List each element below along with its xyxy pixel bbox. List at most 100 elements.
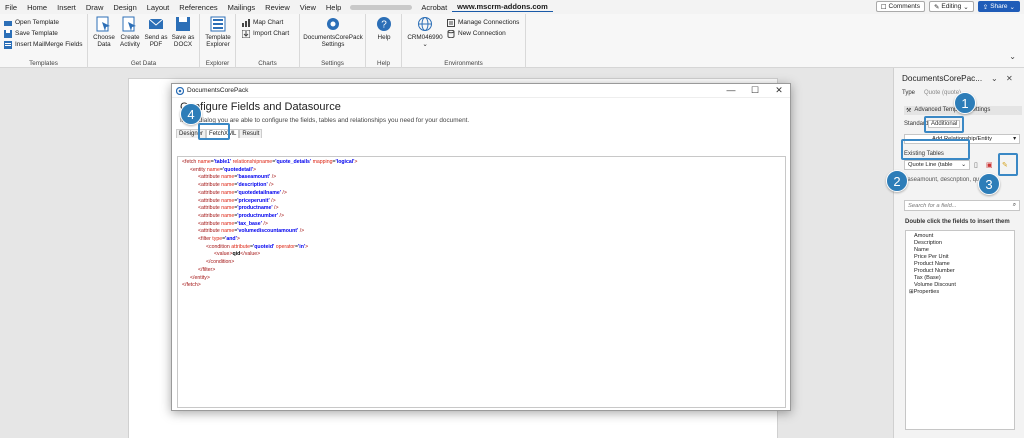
xml-line: <value>qid</value>	[214, 251, 261, 258]
template-explorer-button[interactable]: Template Explorer	[203, 16, 233, 48]
field-search-input[interactable]: Search for a field... ⌕	[904, 200, 1020, 211]
new-connection-label: New Connection	[458, 30, 506, 37]
chevron-down-icon[interactable]: ⌄	[991, 74, 998, 83]
properties-label: Properties	[913, 289, 940, 295]
choose-data-button[interactable]: Choose Data	[93, 16, 115, 48]
xml-line: <attribute name='tax_base' />	[198, 220, 268, 227]
menu-home[interactable]: Home	[22, 3, 52, 12]
menu-insert[interactable]: Insert	[52, 3, 81, 12]
manage-connections-label: Manage Connections	[458, 19, 520, 26]
template-explorer-label: Template Explorer	[205, 34, 231, 48]
menu-draw[interactable]: Draw	[81, 3, 109, 12]
group-help: ? Help Help	[366, 14, 402, 68]
xml-line: <attribute name='productname' />	[198, 205, 279, 212]
chevron-down-icon: ⌄	[422, 41, 428, 48]
dialog-heading: Configure Fields and Datasource	[180, 101, 341, 113]
globe-icon	[418, 17, 432, 31]
list-item[interactable]: Tax (Base)	[909, 275, 1011, 282]
comments-button[interactable]: ☐ Comments	[875, 1, 925, 12]
menu-mscrm-addons[interactable]: www.mscrm-addons.com	[452, 2, 553, 12]
group-label-templates: Templates	[29, 60, 58, 67]
menu-file[interactable]: File	[0, 3, 22, 12]
top-right-controls: ☐ Comments ✎ Editing ⌄ ⇪ Share ⌄	[875, 1, 1020, 12]
group-label-settings: Settings	[321, 60, 344, 67]
existing-table-dropdown[interactable]: Quote Line (table ⌄	[904, 160, 970, 170]
help-button[interactable]: ? Help	[372, 16, 396, 41]
menu-design[interactable]: Design	[108, 3, 141, 12]
map-chart-button[interactable]: Map Chart	[242, 17, 289, 28]
menu-acrobat[interactable]: Acrobat	[416, 3, 452, 12]
xml-line: <filter type='and'>	[198, 236, 240, 243]
menu-review[interactable]: Review	[260, 3, 295, 12]
menu-references[interactable]: References	[174, 3, 222, 12]
crm-environment-button[interactable]: CRM046990 ⌄	[406, 16, 444, 48]
list-item[interactable]: Amount	[909, 233, 1011, 240]
xml-line: </condition>	[206, 259, 235, 266]
menu-bar: File Home Insert Draw Design Layout Refe…	[0, 0, 1024, 14]
dcp-settings-label: DocumentsCorePack Settings	[303, 34, 363, 48]
group-label-charts: Charts	[258, 60, 277, 67]
maximize-icon[interactable]: ☐	[744, 85, 766, 96]
advanced-settings-label: Advanced Template Settings	[914, 107, 991, 113]
create-activity-label: Create Activity	[120, 34, 140, 48]
list-item-properties[interactable]: ⊞Properties	[909, 289, 1011, 296]
editing-button[interactable]: ✎ Editing ⌄	[928, 1, 974, 12]
menu-layout[interactable]: Layout	[142, 3, 175, 12]
list-item[interactable]: Product Name	[909, 261, 1011, 268]
manage-connections-button[interactable]: Manage Connections	[447, 17, 519, 28]
existing-table-value: Quote Line (table	[908, 162, 953, 168]
comments-label: Comments	[888, 3, 920, 10]
xml-line: </entity>	[190, 274, 210, 281]
open-template-button[interactable]: Open Template	[4, 17, 83, 28]
insert-mailmerge-button[interactable]: Insert MailMerge Fields	[4, 39, 83, 50]
delete-table-icon[interactable]: ▣	[986, 161, 993, 169]
list-item[interactable]: Name	[909, 247, 1011, 254]
gear-icon	[327, 18, 339, 30]
group-label-environments: Environments	[444, 60, 483, 67]
highlight-existing-table	[901, 139, 970, 160]
highlight-additional	[924, 116, 964, 133]
import-icon	[242, 29, 250, 38]
edit-table-icon[interactable]: ▯	[974, 161, 978, 169]
xml-line: <attribute name='baseamount' />	[198, 174, 277, 181]
group-templates: Open Template Save Template Insert MailM…	[0, 14, 88, 68]
fetchxml-editor[interactable]: <fetch name='table1' relationshipname='q…	[177, 156, 786, 408]
send-pdf-button[interactable]: Send as PDF	[144, 16, 168, 48]
menu-help[interactable]: Help	[321, 3, 346, 12]
tab-result[interactable]: Result	[239, 129, 263, 138]
create-activity-icon	[122, 16, 136, 32]
menu-view[interactable]: View	[295, 3, 321, 12]
share-label: Share	[990, 3, 1008, 10]
save-docx-icon	[176, 17, 190, 31]
field-list: Amount Description Name Price Per Unit P…	[905, 230, 1015, 430]
list-item[interactable]: Volume Discount	[909, 282, 1011, 289]
xml-line: <condition attribute='quoteid' operator=…	[206, 243, 309, 250]
chevron-down-icon: ⌄	[963, 3, 969, 11]
map-chart-label: Map Chart	[253, 19, 284, 26]
menu-mailings[interactable]: Mailings	[223, 3, 261, 12]
xml-line: <entity name='quotedetail'>	[190, 166, 257, 173]
xml-line: <attribute name='volumediscountamount' /…	[198, 228, 305, 235]
pane-title: DocumentsCorePac...	[902, 74, 983, 83]
new-connection-button[interactable]: New Connection	[447, 28, 519, 39]
xml-line: </filter>	[198, 266, 216, 273]
save-template-button[interactable]: Save Template	[4, 28, 83, 39]
list-item[interactable]: Product Number	[909, 268, 1011, 275]
open-template-label: Open Template	[15, 19, 59, 26]
collapse-ribbon-icon[interactable]: ⌄	[1009, 52, 1016, 61]
list-item[interactable]: Description	[909, 240, 1011, 247]
import-chart-button[interactable]: Import Chart	[242, 28, 289, 39]
list-item[interactable]: Price Per Unit	[909, 254, 1011, 261]
group-charts: Map Chart Import Chart Charts	[236, 14, 300, 68]
create-activity-button[interactable]: Create Activity	[119, 16, 141, 48]
share-button[interactable]: ⇪ Share ⌄	[977, 1, 1020, 12]
close-pane-icon[interactable]: ✕	[1006, 74, 1013, 83]
xml-line: </fetch>	[182, 282, 201, 289]
choose-data-icon	[96, 16, 110, 32]
minimize-icon[interactable]: —	[720, 85, 742, 95]
dropdown-arrow-icon: ▾	[1013, 136, 1016, 142]
help-icon: ?	[377, 17, 391, 31]
save-docx-button[interactable]: Save as DOCX	[171, 16, 195, 48]
dcp-settings-button[interactable]: DocumentsCorePack Settings	[303, 16, 363, 48]
close-icon[interactable]: ✕	[768, 85, 790, 96]
